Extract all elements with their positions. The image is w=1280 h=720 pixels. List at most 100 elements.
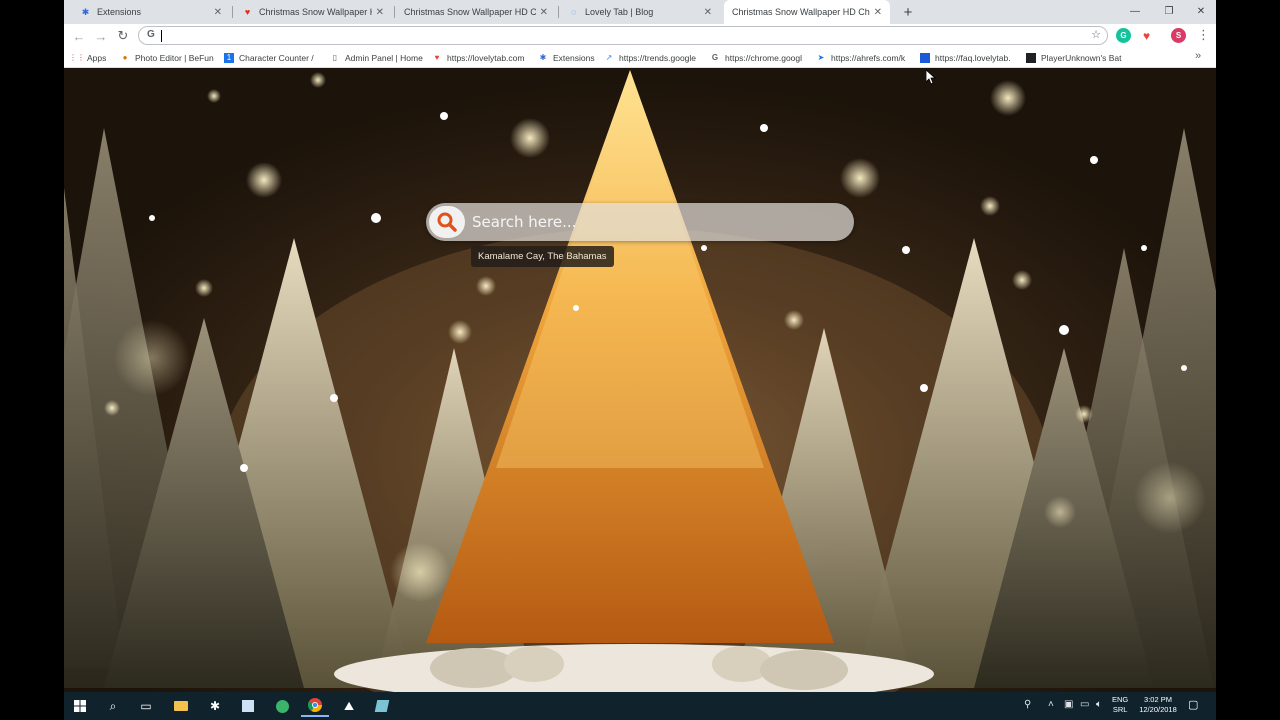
show-hidden-icons-chevron-icon[interactable]: ˄ bbox=[1048, 699, 1054, 710]
bookmark-pubg[interactable]: PlayerUnknown's Bat bbox=[1026, 50, 1122, 65]
kebab-menu-icon[interactable]: ⋮ bbox=[1197, 27, 1210, 43]
bookmark-label: https://chrome.googl bbox=[725, 52, 803, 63]
bookmark-ahrefs[interactable]: ➤ https://ahrefs.com/k bbox=[816, 50, 912, 65]
network-icon[interactable]: ▣ bbox=[1064, 699, 1073, 710]
bookmark-lovelytab[interactable]: ♥ https://lovelytab.com bbox=[432, 50, 528, 65]
google-g-icon: G bbox=[711, 53, 719, 62]
bookmark-label: PlayerUnknown's Bat bbox=[1041, 52, 1122, 63]
lovely-heart-icon[interactable]: ♥ bbox=[1139, 28, 1154, 43]
grammarly-icon[interactable]: G bbox=[1116, 28, 1131, 43]
system-clock[interactable]: 3:02 PM 12/20/2018 bbox=[1134, 695, 1182, 715]
close-icon[interactable]: ✕ bbox=[874, 7, 882, 18]
bookmark-photo-editor[interactable]: ● Photo Editor | BeFun bbox=[120, 50, 214, 65]
bookmark-label: https://faq.lovelytab. bbox=[935, 52, 1011, 63]
puzzle-icon: ✱ bbox=[81, 6, 90, 17]
volume-icon[interactable]: 🔈︎ bbox=[1096, 699, 1102, 710]
search-taskbar-icon[interactable]: ⌕ bbox=[99, 695, 127, 717]
battery-icon[interactable]: ▭ bbox=[1080, 699, 1089, 710]
reload-button[interactable]: ↻ bbox=[114, 27, 132, 45]
page-icon: ▯ bbox=[332, 53, 338, 62]
tab-separator bbox=[394, 6, 395, 18]
browser-window: ✱ Extensions ✕ ♥ Christmas Snow Wallpape… bbox=[64, 0, 1216, 692]
chrome-icon bbox=[308, 698, 322, 712]
photos-icon[interactable]: ⛰ bbox=[335, 695, 363, 717]
tab-lovely-tab-blog[interactable]: ◌ Lovely Tab | Blog ✕ bbox=[560, 0, 720, 24]
puzzle-icon: ✱ bbox=[539, 53, 547, 62]
address-input[interactable] bbox=[165, 28, 1045, 43]
app-icon-1[interactable]: ✱ bbox=[201, 695, 229, 717]
app-icon-2[interactable] bbox=[368, 695, 396, 717]
notepad-icon[interactable] bbox=[234, 695, 262, 717]
phone-app-icon[interactable] bbox=[268, 695, 296, 717]
bookmark-label: https://ahrefs.com/k bbox=[831, 52, 906, 63]
bookmark-label: Apps bbox=[87, 52, 107, 63]
start-button[interactable] bbox=[66, 695, 94, 717]
windows-logo-icon bbox=[74, 700, 86, 712]
forward-button[interactable]: → bbox=[92, 27, 110, 45]
chrome-taskbar-icon[interactable] bbox=[301, 695, 329, 717]
clock-date: 12/20/2018 bbox=[1139, 705, 1177, 714]
location-caption: Kamalame Cay, The Bahamas bbox=[471, 246, 614, 267]
browser-toolbar: ← → ↻ G ☆ G ♥ S ⋮ bbox=[64, 24, 1216, 47]
close-icon[interactable]: ✕ bbox=[704, 7, 712, 18]
character-counter-icon: 1 bbox=[224, 52, 234, 63]
bookmark-label: https://trends.google bbox=[619, 52, 697, 63]
tab-extensions[interactable]: ✱ Extensions ✕ bbox=[72, 0, 230, 24]
tab-christmas-wallpaper-active[interactable]: Christmas Snow Wallpaper HD Chrom ✕ bbox=[724, 0, 890, 24]
bookmark-star-icon[interactable]: ☆ bbox=[1091, 28, 1101, 41]
new-tab-button[interactable]: + bbox=[898, 2, 918, 22]
bookmark-admin-panel[interactable]: ▯ Admin Panel | Home bbox=[330, 50, 424, 65]
mouse-cursor-icon bbox=[926, 70, 936, 85]
search-input[interactable] bbox=[472, 209, 832, 235]
folder-icon bbox=[174, 701, 188, 711]
more-bookmarks-chevron-icon[interactable]: » bbox=[1195, 50, 1201, 62]
tab-separator bbox=[232, 6, 233, 18]
ahrefs-icon: ➤ bbox=[817, 53, 825, 62]
action-center-icon[interactable]: ▢ bbox=[1188, 698, 1198, 711]
search-button[interactable] bbox=[429, 206, 465, 238]
keyboard-layout: SRL bbox=[1112, 705, 1128, 714]
clock-time: 3:02 PM bbox=[1144, 695, 1172, 704]
task-view-icon[interactable]: ▭ bbox=[132, 695, 160, 717]
bookmark-google-trends[interactable]: ↗ https://trends.google bbox=[604, 50, 700, 65]
faq-square-icon bbox=[920, 52, 930, 63]
christmas-tree-wallpaper bbox=[64, 70, 1216, 692]
tab-christmas-wallpaper-1[interactable]: ♥ Christmas Snow Wallpaper HD C ✕ bbox=[234, 0, 392, 24]
bookmark-apps[interactable]: ⋮⋮ Apps bbox=[72, 50, 112, 65]
tab-title: Extensions bbox=[97, 7, 142, 17]
close-icon[interactable]: ✕ bbox=[540, 7, 548, 18]
text-caret bbox=[161, 30, 162, 42]
pubg-icon bbox=[1026, 52, 1036, 63]
search-icon bbox=[437, 212, 457, 232]
file-explorer-icon[interactable] bbox=[167, 695, 195, 717]
bookmarks-bar: ⋮⋮ Apps ● Photo Editor | BeFun 1 Charact… bbox=[64, 47, 1216, 68]
lovely-heart-icon: ♥ bbox=[244, 7, 251, 17]
bookmark-extensions[interactable]: ✱ Extensions bbox=[538, 50, 598, 65]
input-language[interactable]: ENG SRL bbox=[1112, 695, 1128, 715]
tab-christmas-wallpaper-2[interactable]: Christmas Snow Wallpaper HD Chrom ✕ bbox=[396, 0, 556, 24]
bookmark-character-counter[interactable]: 1 Character Counter / bbox=[224, 50, 320, 65]
close-window-button[interactable]: ✕ bbox=[1184, 0, 1216, 22]
tab-title: Christmas Snow Wallpaper HD Chrom bbox=[404, 7, 536, 17]
loading-spinner-icon: ◌ bbox=[570, 7, 577, 17]
trends-icon: ↗ bbox=[605, 53, 613, 62]
close-icon[interactable]: ✕ bbox=[376, 7, 384, 18]
close-icon[interactable]: ✕ bbox=[214, 7, 222, 18]
google-g-icon: G bbox=[147, 29, 155, 40]
bookmark-lovelytab-faq[interactable]: https://faq.lovelytab. bbox=[920, 50, 1016, 65]
address-bar[interactable]: G ☆ bbox=[138, 26, 1108, 45]
bookmark-chrome-google[interactable]: G https://chrome.googl bbox=[710, 50, 806, 65]
apps-grid-icon: ⋮⋮ bbox=[72, 53, 85, 62]
minimize-button[interactable]: — bbox=[1118, 0, 1152, 22]
bookmark-label: Admin Panel | Home bbox=[345, 52, 423, 63]
search-bar[interactable] bbox=[426, 203, 854, 241]
back-button[interactable]: ← bbox=[70, 27, 88, 45]
restore-button[interactable]: ❐ bbox=[1152, 0, 1186, 22]
tab-title: Christmas Snow Wallpaper HD C bbox=[259, 7, 372, 17]
tab-title: Lovely Tab | Blog bbox=[585, 7, 654, 17]
people-icon[interactable]: ⚲ bbox=[1024, 699, 1031, 710]
new-tab-page: Kamalame Cay, The Bahamas bbox=[64, 68, 1216, 692]
lovely-heart-icon: ♥ bbox=[434, 53, 440, 62]
profile-avatar[interactable]: S bbox=[1171, 28, 1186, 43]
desktop-screen: ✱ Extensions ✕ ♥ Christmas Snow Wallpape… bbox=[0, 0, 1280, 720]
